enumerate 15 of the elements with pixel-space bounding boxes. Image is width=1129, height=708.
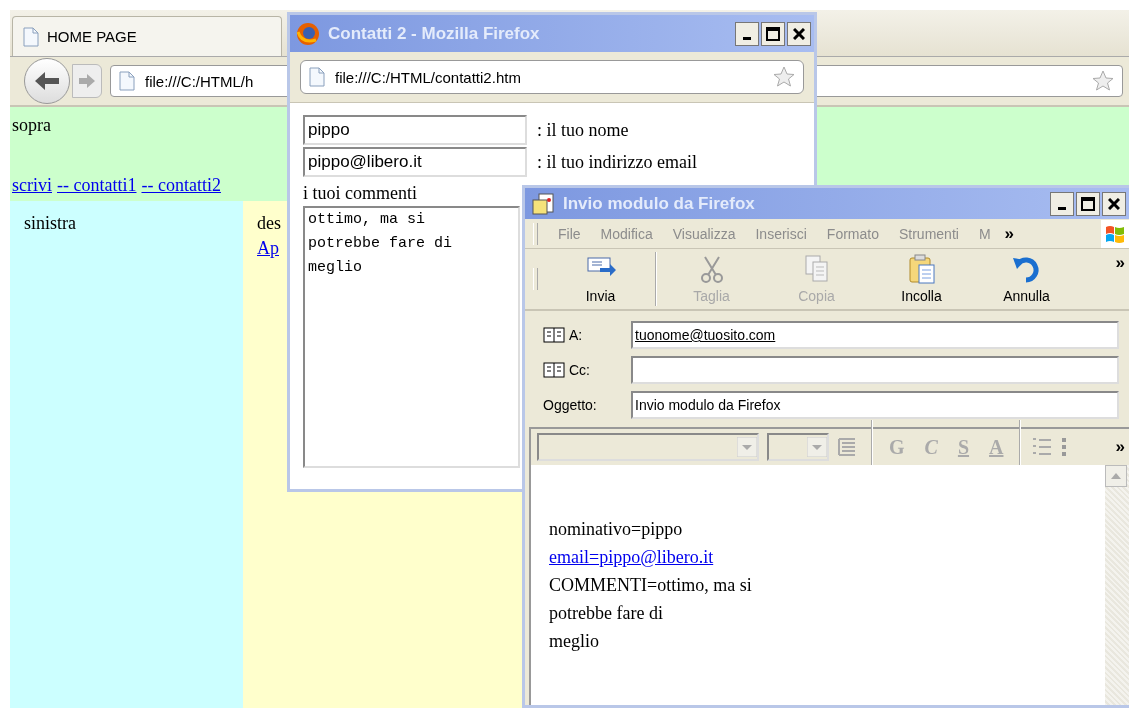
- field-label: A:: [569, 327, 583, 343]
- body-text: COMMENTI=ottimo, ma si: [549, 574, 752, 597]
- field-label: Cc:: [569, 362, 590, 378]
- field-label: : il tuo indirizzo email: [537, 151, 697, 173]
- body-text: meglio: [549, 630, 599, 653]
- field-label: : il tuo nome: [537, 119, 629, 141]
- field-label: Oggetto:: [543, 397, 597, 413]
- page-text: sopra: [12, 115, 51, 136]
- page-text: sinistra: [24, 213, 76, 233]
- body-text: nominativo=pippo: [549, 518, 683, 541]
- body-text: potrebbe fare di: [549, 602, 663, 625]
- window-title: Invio modulo da Firefox: [563, 193, 756, 214]
- page-text: des: [257, 213, 281, 234]
- field-label: i tuoi commenti: [303, 183, 417, 204]
- window-title: Contatti 2 - Mozilla Firefox: [328, 23, 541, 44]
